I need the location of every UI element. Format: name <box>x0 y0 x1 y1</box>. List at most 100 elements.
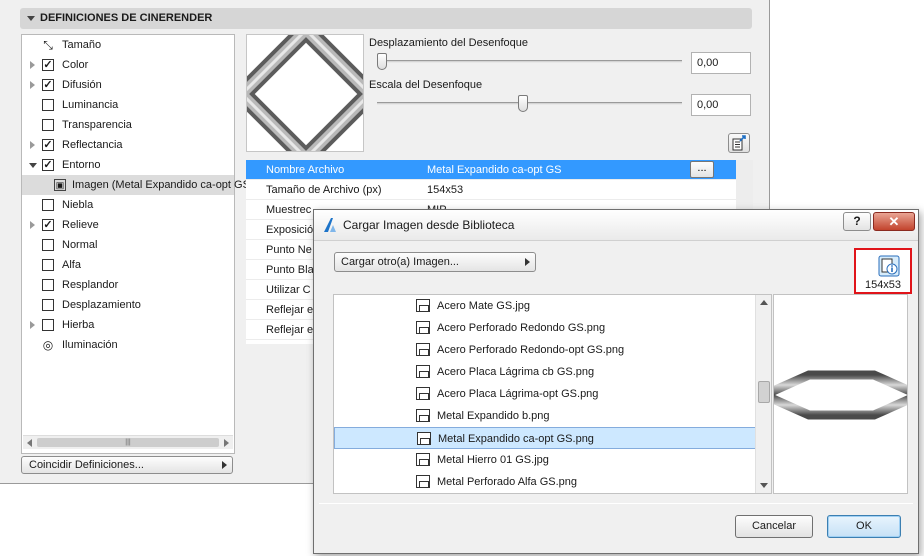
scroll-up-icon[interactable] <box>760 300 768 305</box>
checkbox[interactable] <box>42 279 54 291</box>
checkbox[interactable]: ✓ <box>42 219 54 231</box>
browse-button[interactable]: ... <box>690 161 714 178</box>
tree-item[interactable]: Transparencia <box>22 115 234 135</box>
scrollbar-thumb[interactable]: ||| <box>37 438 219 447</box>
tree-item-label: Iluminación <box>62 339 118 351</box>
file-list-item[interactable]: Acero Placa Lágrima cb GS.png <box>334 361 756 383</box>
checkbox[interactable] <box>42 199 54 211</box>
file-list-item[interactable]: Metal Expandido ca-opt GS.png <box>334 427 756 449</box>
ok-button[interactable]: OK <box>827 515 901 538</box>
property-value: 154x53 <box>427 184 464 196</box>
tree-item-label: Difusión <box>62 79 102 91</box>
tree-item-label: Alfa <box>62 259 81 271</box>
collapsed-arrow-icon[interactable] <box>30 81 35 89</box>
image-preview <box>754 294 924 494</box>
image-file-icon <box>416 343 430 356</box>
tree-item-label: Hierba <box>62 319 95 331</box>
collapsed-arrow-icon[interactable] <box>30 221 35 229</box>
file-name: Metal Perforado Alfa GS.png <box>437 476 578 488</box>
scrollbar-thumb[interactable] <box>758 381 770 403</box>
file-name: Acero Perforado Redondo GS.png <box>437 322 606 334</box>
image-info-button[interactable]: 154x53 <box>854 248 912 294</box>
blur-scale-slider[interactable] <box>377 102 682 105</box>
lightbulb-icon: ◎ <box>42 338 54 352</box>
tree-item[interactable]: Hierba <box>22 315 234 335</box>
checkbox[interactable] <box>42 299 54 311</box>
property-name: Utilizar C <box>266 284 311 296</box>
tree-item[interactable]: Resplandor <box>22 275 234 295</box>
tree-item-label: Reflectancia <box>62 139 123 151</box>
blur-offset-slider[interactable] <box>377 60 682 63</box>
file-name: Acero Perforado Redondo-opt GS.png <box>437 344 625 356</box>
tree-item[interactable]: ✓ Entorno <box>22 155 234 175</box>
match-settings-button[interactable]: Coincidir Definiciones... <box>21 456 233 474</box>
tree-item[interactable]: Normal <box>22 235 234 255</box>
tree-item[interactable]: ▣ Imagen (Metal Expandido ca-opt GS) <box>22 175 254 195</box>
collapse-arrow-icon[interactable] <box>27 16 35 21</box>
blur-offset-slider-knob[interactable] <box>377 53 387 70</box>
tree-item[interactable]: Alfa <box>22 255 234 275</box>
file-list-item[interactable]: Acero Mate GS.jpg <box>334 295 756 317</box>
export-settings-button[interactable] <box>728 133 750 153</box>
tree-item[interactable]: Niebla <box>22 195 234 215</box>
file-name: Acero Placa Lágrima-opt GS.png <box>437 388 599 400</box>
cancel-button[interactable]: Cancelar <box>735 515 813 538</box>
tree-item[interactable]: ✓ Reflectancia <box>22 135 234 155</box>
tree-item[interactable]: ◎ Iluminación <box>22 335 234 355</box>
image-file-icon <box>416 321 430 334</box>
scroll-down-icon[interactable] <box>760 483 768 488</box>
help-button[interactable]: ? <box>843 212 871 231</box>
tree-item[interactable]: Desplazamiento <box>22 295 234 315</box>
checkbox[interactable]: ✓ <box>42 159 54 171</box>
tree-item[interactable]: Luminancia <box>22 95 234 115</box>
checkbox[interactable]: ✓ <box>42 79 54 91</box>
file-list-item[interactable]: Metal Expandido b.png <box>334 405 756 427</box>
close-button[interactable]: ✕ <box>873 212 915 231</box>
blur-scale-field[interactable]: 0,00 <box>691 94 751 116</box>
blur-offset-field[interactable]: 0,00 <box>691 52 751 74</box>
scroll-right-icon[interactable] <box>224 439 229 447</box>
texture-preview <box>246 34 364 152</box>
file-list-item[interactable]: Acero Placa Lágrima-opt GS.png <box>334 383 756 405</box>
tree-item-label: Color <box>62 59 89 71</box>
tree-item-label: Transparencia <box>62 119 132 131</box>
checkbox[interactable]: ✓ <box>42 139 54 151</box>
load-other-image-button[interactable]: Cargar otro(a) Imagen... <box>334 252 536 272</box>
expanded-metal-preview-image <box>754 370 924 420</box>
section-header[interactable]: DEFINICIONES DE CINERENDER <box>20 8 752 29</box>
channel-tree: ⤡ Tamaño ✓ Color ✓ Difusión Luminancia Transpar… <box>21 34 254 454</box>
checkbox[interactable] <box>42 259 54 271</box>
file-list-item[interactable]: Acero Perforado Redondo-opt GS.png <box>334 339 756 361</box>
property-name: Tamaño de Archivo (px) <box>266 184 382 196</box>
size-icon: ⤡ <box>43 38 53 52</box>
checkbox[interactable] <box>42 319 54 331</box>
checkbox[interactable]: ✓ <box>42 59 54 71</box>
property-row[interactable]: Nombre Archivo Metal Expandido ca-opt GS.… <box>246 160 736 180</box>
tree-item[interactable]: ⤡ Tamaño <box>22 35 234 55</box>
scroll-left-icon[interactable] <box>27 439 32 447</box>
checkbox[interactable] <box>42 99 54 111</box>
property-row[interactable]: Tamaño de Archivo (px) 154x53 <box>246 180 736 200</box>
tree-item-label: Resplandor <box>62 279 119 291</box>
file-list-scrollbar[interactable] <box>755 295 771 493</box>
tree-item[interactable]: ✓ Relieve <box>22 215 234 235</box>
dialog-titlebar[interactable]: Cargar Imagen desde Biblioteca ? ✕ <box>314 210 918 241</box>
collapsed-arrow-icon[interactable] <box>30 141 35 149</box>
dialog-title: Cargar Imagen desde Biblioteca <box>343 218 515 232</box>
file-list-item[interactable]: Acero Perforado Redondo GS.png <box>334 317 756 339</box>
blur-scale-slider-knob[interactable] <box>518 95 529 112</box>
library-file-list: Acero Mate GS.jpg Acero Perforado Redondo… <box>333 294 772 494</box>
collapsed-arrow-icon[interactable] <box>30 61 35 69</box>
tree-item-label: Tamaño <box>62 39 102 51</box>
expanded-arrow-icon[interactable] <box>29 163 37 168</box>
collapsed-arrow-icon[interactable] <box>30 321 35 329</box>
file-name: Metal Hierro 01 GS.jpg <box>437 454 549 466</box>
checkbox[interactable] <box>42 239 54 251</box>
file-list-item[interactable]: Metal Perforado Alfa GS.png <box>334 471 756 493</box>
load-other-image-label: Cargar otro(a) Imagen... <box>341 256 459 268</box>
tree-item[interactable]: ✓ Difusión <box>22 75 234 95</box>
checkbox[interactable] <box>42 119 54 131</box>
tree-horizontal-scrollbar[interactable]: ||| <box>23 435 233 449</box>
tree-item[interactable]: ✓ Color <box>22 55 234 75</box>
file-list-item[interactable]: Metal Hierro 01 GS.jpg <box>334 449 756 471</box>
